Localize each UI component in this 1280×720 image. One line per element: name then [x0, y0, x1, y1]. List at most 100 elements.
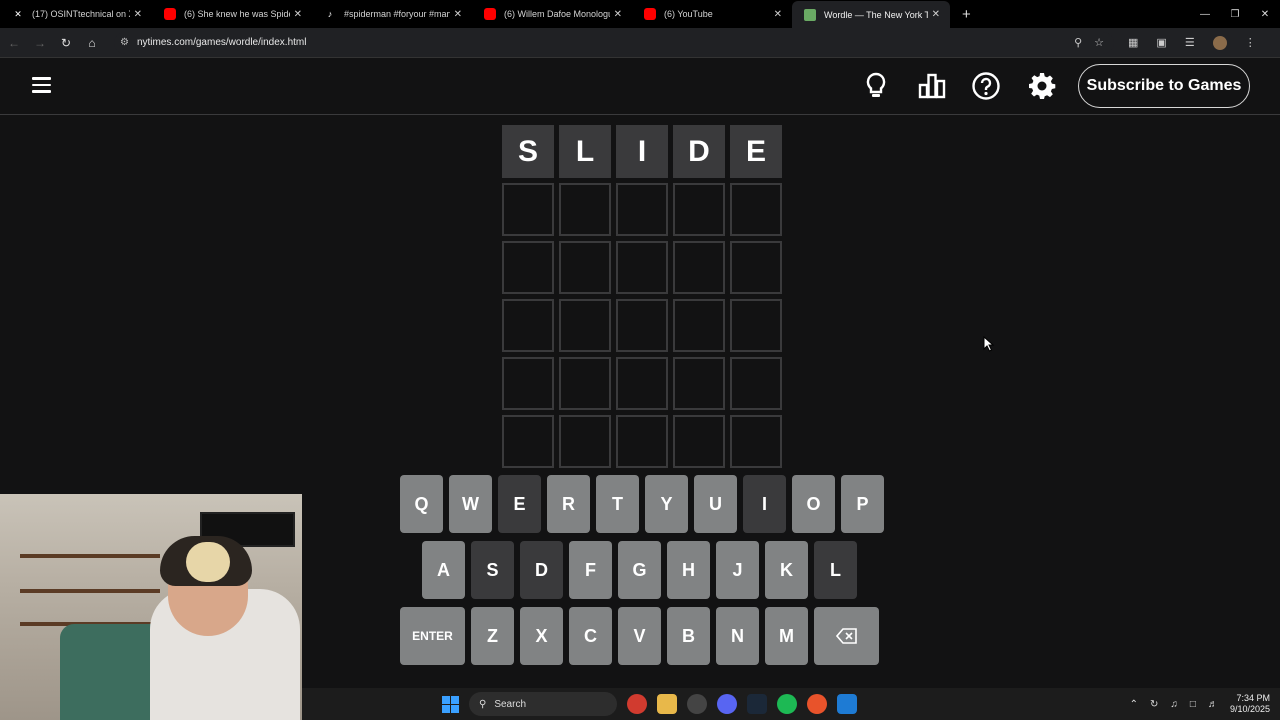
- board-tile: [673, 415, 725, 468]
- key-j[interactable]: J: [716, 541, 759, 599]
- subscribe-button[interactable]: Subscribe to Games: [1078, 64, 1250, 108]
- tab-close-icon[interactable]: ✕: [610, 9, 626, 20]
- board-tile: [502, 415, 554, 468]
- tab-title: Wordle — The New York Times: [824, 9, 928, 20]
- board-tile: E: [730, 125, 782, 178]
- tab-close-icon[interactable]: ✕: [290, 9, 306, 20]
- back-button[interactable]: ←: [2, 36, 26, 50]
- board-tile: [673, 241, 725, 294]
- forward-button[interactable]: →: [28, 36, 52, 50]
- key-y[interactable]: Y: [645, 475, 688, 533]
- reload-button[interactable]: ↻: [54, 36, 78, 50]
- windows-start-icon[interactable]: [442, 695, 459, 713]
- minimize-button[interactable]: —: [1190, 9, 1220, 20]
- key-z[interactable]: Z: [471, 607, 514, 665]
- browser-tab[interactable]: ♪ #spiderman #foryour #marvels✕: [312, 0, 472, 28]
- discord-icon[interactable]: [717, 694, 737, 714]
- app-icon[interactable]: [687, 694, 707, 714]
- key-e[interactable]: E: [498, 475, 541, 533]
- on-screen-keyboard: Q W E R T Y U I O P A S D F G H J K L ENTER Z X C V B N M: [400, 475, 885, 673]
- key-b[interactable]: B: [667, 607, 710, 665]
- display-icon[interactable]: □: [1190, 699, 1196, 710]
- sidepanel-icon[interactable]: ▣: [1156, 36, 1166, 49]
- settings-gear-icon[interactable]: [1027, 71, 1057, 101]
- home-button[interactable]: ⌂: [80, 36, 104, 50]
- keyboard-row: ASDFGHJKL: [400, 541, 885, 599]
- tab-close-icon[interactable]: ✕: [450, 9, 466, 20]
- youtube-icon: [644, 8, 656, 20]
- key-f[interactable]: F: [569, 541, 612, 599]
- browser-tab[interactable]: ✕(17) OSINTtechnical on X: "New✕: [0, 0, 152, 28]
- board-tile: [559, 183, 611, 236]
- key-n[interactable]: N: [716, 607, 759, 665]
- tab-close-icon[interactable]: ✕: [770, 9, 786, 20]
- board-row: [502, 299, 782, 352]
- app-icon[interactable]: [807, 694, 827, 714]
- clock-time: 7:34 PM: [1236, 693, 1270, 703]
- webcam-overlay: [0, 494, 302, 720]
- site-info-icon[interactable]: ⚙: [120, 37, 129, 48]
- key-o[interactable]: O: [792, 475, 835, 533]
- volume-icon[interactable]: ♬: [1208, 699, 1218, 710]
- clock[interactable]: 7:34 PM 9/10/2025: [1230, 693, 1270, 715]
- key-r[interactable]: R: [547, 475, 590, 533]
- board-tile: L: [559, 125, 611, 178]
- statistics-icon[interactable]: [917, 71, 947, 101]
- key-c[interactable]: C: [569, 607, 612, 665]
- key-h[interactable]: H: [667, 541, 710, 599]
- hamburger-menu-icon[interactable]: [32, 77, 52, 93]
- key-g[interactable]: G: [618, 541, 661, 599]
- browser-tab[interactable]: (6) Willem Dafoe Monologue -✕: [472, 0, 632, 28]
- taskbar-search-label: Search: [494, 698, 527, 710]
- file-explorer-icon[interactable]: [657, 694, 677, 714]
- restore-button[interactable]: ❐: [1220, 9, 1250, 20]
- tab-close-icon[interactable]: ✕: [928, 9, 944, 20]
- address-bar[interactable]: ⚙ nytimes.com/games/wordle/index.html ⚲ …: [114, 31, 1114, 54]
- media-controls-icon[interactable]: ☰: [1185, 36, 1195, 49]
- key-w[interactable]: W: [449, 475, 492, 533]
- browser-tab[interactable]: Wordle — The New York Times✕: [792, 1, 950, 28]
- board-tile: [502, 183, 554, 236]
- key-l[interactable]: L: [814, 541, 857, 599]
- hint-lightbulb-icon[interactable]: [861, 71, 891, 101]
- key-m[interactable]: M: [765, 607, 808, 665]
- new-tab-button[interactable]: +: [962, 6, 971, 23]
- key-d[interactable]: D: [520, 541, 563, 599]
- key-i[interactable]: I: [743, 475, 786, 533]
- browser-menu-icon[interactable]: ⋮: [1245, 36, 1256, 49]
- extensions-icon[interactable]: ▦: [1128, 36, 1138, 49]
- profile-avatar[interactable]: [1212, 35, 1227, 50]
- game-header: Subscribe to Games: [0, 58, 1280, 115]
- key-a[interactable]: A: [422, 541, 465, 599]
- zoom-icon[interactable]: ⚲: [1074, 36, 1082, 49]
- browser-tab[interactable]: (6) She knew he was Spider Ma✕: [152, 0, 312, 28]
- bookmark-star-icon[interactable]: ☆: [1094, 36, 1104, 49]
- chevron-up-icon[interactable]: ⌃: [1130, 699, 1138, 710]
- key-s[interactable]: S: [471, 541, 514, 599]
- board-tile: I: [616, 125, 668, 178]
- webcam-shelf: [20, 589, 160, 593]
- key-t[interactable]: T: [596, 475, 639, 533]
- steam-icon[interactable]: [747, 694, 767, 714]
- board-tile: [616, 299, 668, 352]
- taskbar-search[interactable]: ⚲ Search: [469, 692, 617, 716]
- key-v[interactable]: V: [618, 607, 661, 665]
- close-window-button[interactable]: ✕: [1250, 9, 1280, 20]
- sync-icon[interactable]: ↻: [1150, 699, 1158, 710]
- key-x[interactable]: X: [520, 607, 563, 665]
- key-q[interactable]: Q: [400, 475, 443, 533]
- backspace-key[interactable]: [814, 607, 879, 665]
- key-k[interactable]: K: [765, 541, 808, 599]
- browser-tab[interactable]: (6) YouTube ✕: [632, 0, 792, 28]
- spotify-icon[interactable]: [777, 694, 797, 714]
- chrome-icon[interactable]: [627, 694, 647, 714]
- enter-key[interactable]: ENTER: [400, 607, 465, 665]
- key-u[interactable]: U: [694, 475, 737, 533]
- app-icon[interactable]: [837, 694, 857, 714]
- board-tile: [616, 415, 668, 468]
- help-icon[interactable]: [971, 71, 1001, 101]
- clock-date: 9/10/2025: [1229, 704, 1270, 714]
- tab-close-icon[interactable]: ✕: [130, 9, 146, 20]
- key-p[interactable]: P: [841, 475, 884, 533]
- microphone-icon[interactable]: ♫: [1170, 699, 1178, 710]
